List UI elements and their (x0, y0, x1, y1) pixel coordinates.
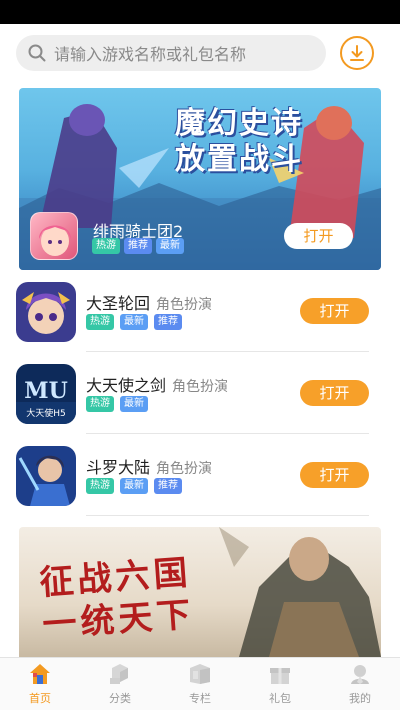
game-name: 大圣轮回 (86, 294, 151, 313)
tag-new: 最新 (120, 396, 148, 412)
game-row[interactable]: 大圣轮回 角色扮演 热游 最新 推荐 打开 (0, 270, 400, 352)
tag-hot: 热游 (86, 478, 114, 494)
tag-hot: 热游 (86, 314, 114, 330)
game-tags: 热游 最新 推荐 (86, 478, 182, 494)
search-input[interactable]: 请输入游戏名称或礼包名称 (16, 35, 326, 71)
tag-hot: 热游 (86, 396, 114, 412)
game-tags: 热游 最新 推荐 (86, 314, 182, 330)
tag-new: 最新 (120, 478, 148, 494)
tab-label: 首页 (29, 692, 51, 705)
game-icon: MU 大天使H5 (16, 364, 76, 424)
svg-text:MU: MU (24, 378, 68, 404)
warrior-icon (16, 446, 76, 506)
game-row[interactable]: 斗罗大陆 角色扮演 热游 最新 推荐 打开 (0, 434, 400, 516)
game-icon (16, 282, 76, 342)
promo-banner[interactable]: 征战六国 一统天下 (19, 527, 381, 657)
monkey-king-icon (16, 282, 76, 342)
banner-title-line2: 放置战斗 (175, 142, 303, 177)
tab-label: 分类 (109, 692, 131, 705)
banner-title-line1: 魔幻史诗 (175, 106, 303, 141)
promo-slogan: 征战六国 一统天下 (38, 552, 195, 646)
row-divider (86, 515, 369, 516)
tab-profile[interactable]: 我的 (320, 658, 400, 710)
download-icon (350, 45, 364, 61)
tab-category[interactable]: 分类 (80, 658, 160, 710)
tab-label: 我的 (349, 692, 371, 705)
banner-open-button[interactable]: 打开 (284, 223, 353, 249)
game-name: 大天使之剑 (86, 376, 167, 395)
download-button[interactable] (340, 36, 374, 70)
tag-recommend: 推荐 (124, 238, 152, 254)
tab-gift[interactable]: 礼包 (240, 658, 320, 710)
gift-icon (270, 668, 290, 684)
open-button[interactable]: 打开 (300, 380, 369, 406)
banner-game-icon[interactable] (30, 212, 78, 260)
game-category: 角色扮演 (156, 461, 213, 477)
tab-label: 专栏 (189, 692, 211, 705)
tag-recommend: 推荐 (154, 478, 182, 494)
game-tags: 热游 最新 (86, 396, 148, 412)
featured-banner[interactable]: 魔幻史诗 放置战斗 绯雨骑士团2 热游 推荐 最新 打开 (19, 88, 381, 270)
open-button[interactable]: 打开 (300, 298, 369, 324)
game-title: 大圣轮回 角色扮演 (86, 290, 212, 314)
profile-icon (351, 665, 369, 684)
tag-recommend: 推荐 (154, 314, 182, 330)
search-placeholder: 请输入游戏名称或礼包名称 (54, 45, 247, 64)
category-icon (110, 664, 128, 684)
column-icon (190, 664, 210, 684)
status-bar (0, 0, 400, 24)
svg-text:大天使H5: 大天使H5 (26, 407, 66, 419)
game-title: 斗罗大陆 角色扮演 (86, 454, 212, 478)
open-button[interactable]: 打开 (300, 462, 369, 488)
game-category: 角色扮演 (172, 379, 229, 395)
home-icon (30, 664, 50, 684)
bottom-tab-bar: 首页 分类 专栏 礼包 我的 (0, 657, 400, 710)
mu-logo-icon: MU 大天使H5 (16, 364, 76, 424)
game-icon (16, 446, 76, 506)
game-row[interactable]: MU 大天使H5 大天使之剑 角色扮演 热游 最新 打开 (0, 352, 400, 434)
tag-new: 最新 (120, 314, 148, 330)
game-title: 大天使之剑 角色扮演 (86, 372, 228, 396)
search-row: 请输入游戏名称或礼包名称 (0, 24, 400, 82)
tag-hot: 热游 (92, 238, 120, 254)
game-name: 斗罗大陆 (86, 458, 151, 477)
search-icon (28, 44, 46, 62)
tab-label: 礼包 (269, 692, 291, 705)
character-icon (39, 225, 71, 256)
banner-tags: 热游 推荐 最新 (92, 238, 184, 254)
banner-title: 魔幻史诗 放置战斗 (164, 106, 314, 178)
tab-column[interactable]: 专栏 (160, 658, 240, 710)
tab-home[interactable]: 首页 (0, 658, 80, 710)
tag-new: 最新 (156, 238, 184, 254)
game-category: 角色扮演 (156, 297, 213, 313)
